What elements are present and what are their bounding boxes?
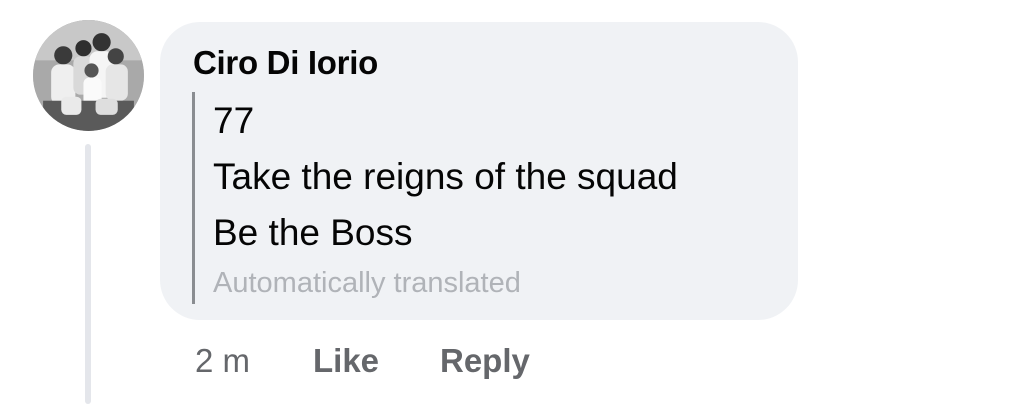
translation-note[interactable]: Automatically translated	[213, 267, 521, 300]
thread-line	[85, 144, 91, 404]
comment-text-line: Be the Boss	[213, 212, 413, 253]
reply-button[interactable]: Reply	[440, 342, 530, 380]
comment-text-line: 77	[213, 100, 255, 141]
comment-bubble: Ciro Di Iorio 77 Take the reigns of the …	[160, 22, 798, 320]
comment-timestamp[interactable]: 2 m	[195, 342, 250, 380]
family-photo-avatar-icon	[33, 20, 144, 131]
quote-bar	[192, 92, 195, 304]
comment-author[interactable]: Ciro Di Iorio	[193, 44, 378, 82]
avatar[interactable]	[33, 20, 144, 131]
comment-text-line: Take the reigns of the squad	[213, 156, 678, 197]
like-button[interactable]: Like	[313, 342, 379, 380]
